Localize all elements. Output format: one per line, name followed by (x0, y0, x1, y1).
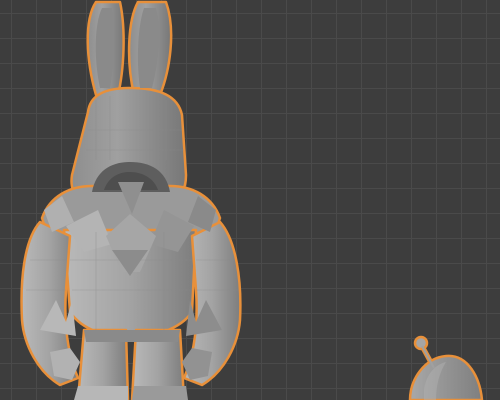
egg-creature[interactable] (408, 335, 484, 400)
3d-viewport[interactable] (0, 0, 500, 400)
viewport-scene (20, 0, 484, 400)
egg-body (408, 354, 484, 400)
antenna-ball (413, 335, 429, 351)
